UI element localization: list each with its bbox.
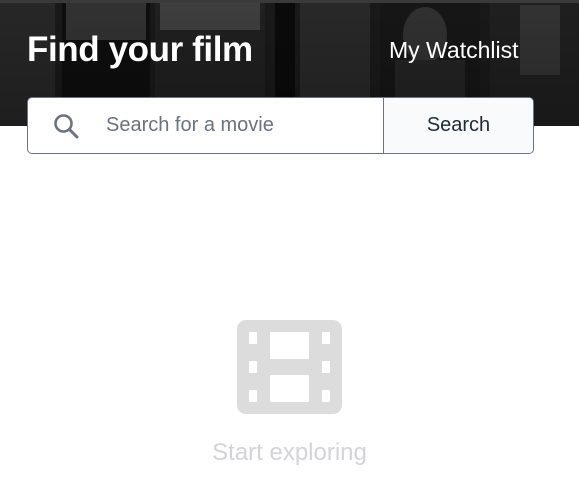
search-input[interactable] bbox=[106, 98, 376, 153]
page: Find your film My Watchlist Search Start… bbox=[0, 0, 579, 490]
search-button[interactable]: Search bbox=[383, 98, 533, 153]
page-title: Find your film bbox=[27, 30, 253, 69]
search-bar: Search bbox=[27, 97, 534, 154]
empty-state-message: Start exploring bbox=[212, 439, 367, 466]
film-icon bbox=[237, 320, 342, 414]
empty-state: Start exploring bbox=[0, 320, 579, 467]
search-field bbox=[28, 98, 383, 153]
my-watchlist-link[interactable]: My Watchlist bbox=[389, 37, 519, 63]
search-icon bbox=[54, 114, 79, 139]
